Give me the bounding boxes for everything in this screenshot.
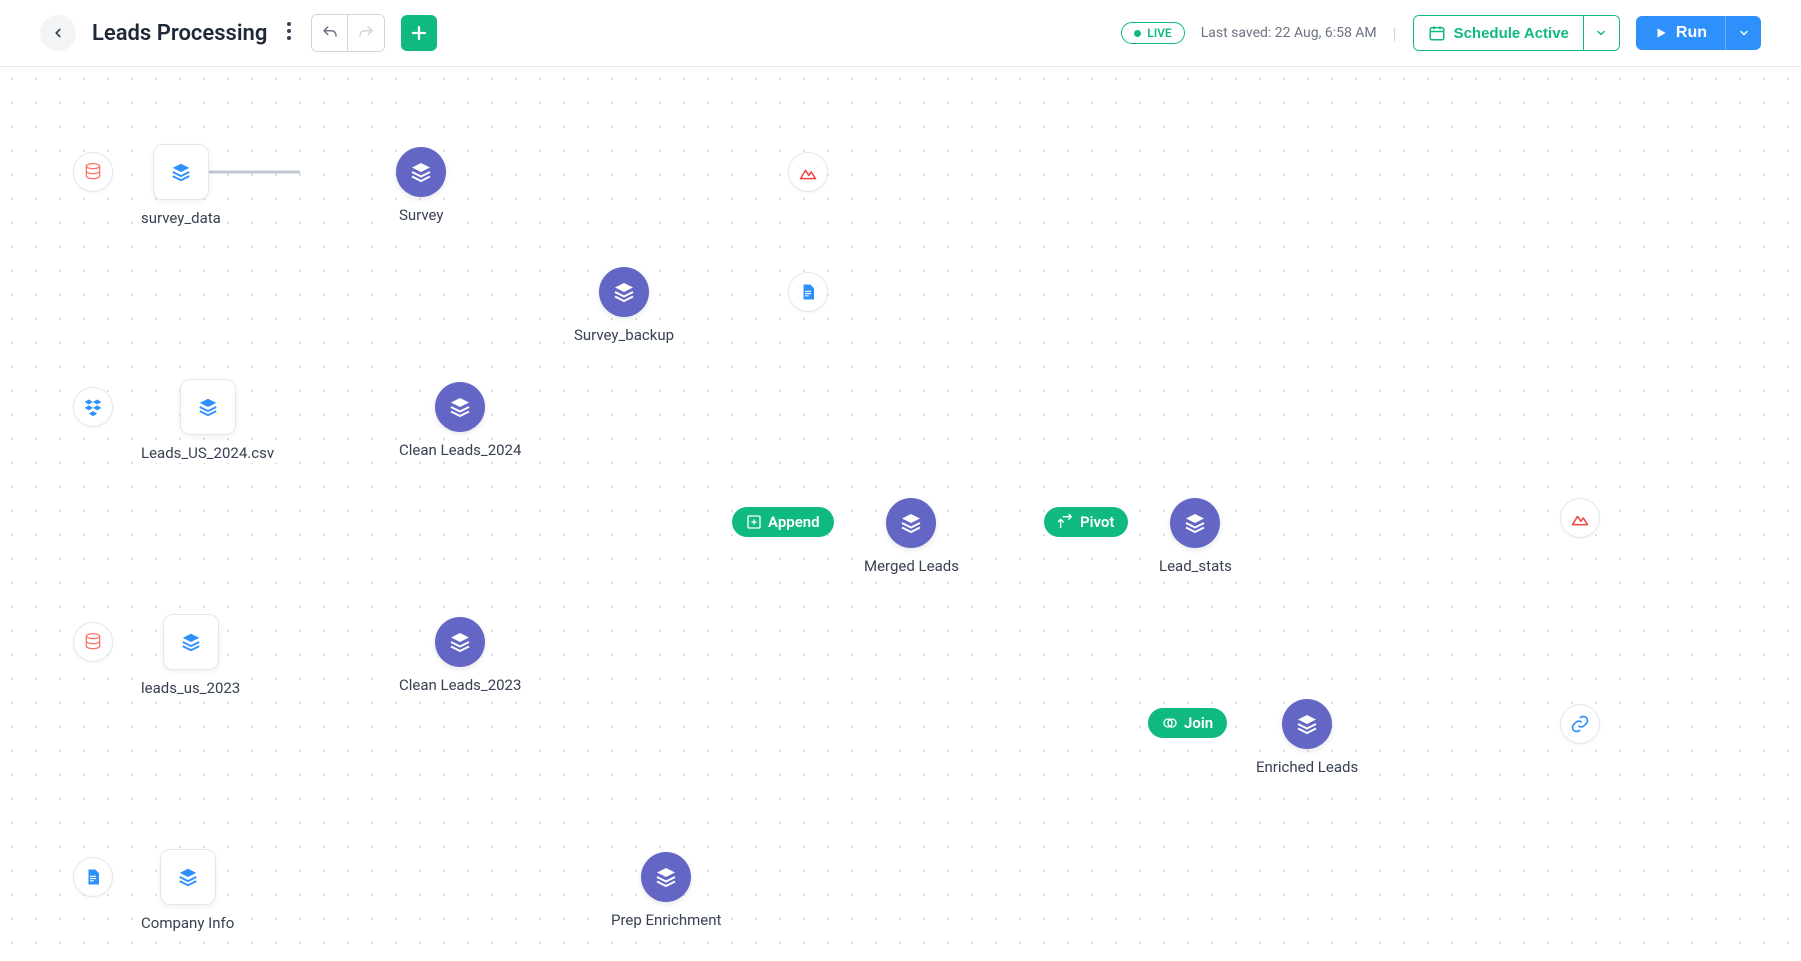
source-company-info-file[interactable] [73, 857, 113, 897]
transform-merged-leads[interactable]: Merged Leads [858, 498, 965, 576]
output-link[interactable] [1560, 704, 1600, 744]
layers-icon [448, 630, 472, 654]
more-menu-button[interactable] [283, 18, 295, 49]
layers-icon [409, 160, 433, 184]
transform-clean-leads-2023[interactable]: Clean Leads_2023 [393, 617, 527, 695]
op-join[interactable]: Join [1148, 708, 1227, 738]
chevron-left-icon [51, 26, 65, 40]
redo-icon [357, 24, 375, 42]
layers-icon [654, 865, 678, 889]
undo-button[interactable] [312, 15, 348, 51]
file-icon [84, 868, 102, 886]
layers-icon [612, 280, 636, 304]
database-icon [83, 632, 103, 652]
layers-icon [1295, 712, 1319, 736]
source-dropbox[interactable] [73, 387, 113, 427]
last-saved-text: Last saved: 22 Aug, 6:58 AM [1201, 25, 1377, 41]
live-dot-icon [1134, 30, 1141, 37]
dataset-survey-data[interactable]: survey_data [135, 144, 227, 228]
page-title: Leads Processing [92, 21, 267, 46]
transform-survey[interactable]: Survey [393, 147, 450, 225]
node-label: Survey_backup [568, 325, 680, 345]
transform-prep-enrichment[interactable]: Prep Enrichment [605, 852, 727, 930]
plus-icon [410, 24, 428, 42]
transform-clean-leads-2024[interactable]: Clean Leads_2024 [393, 382, 527, 460]
node-label: Survey [393, 205, 450, 225]
dropbox-icon [83, 397, 103, 417]
schedule-dropdown-button[interactable] [1583, 16, 1619, 50]
op-append[interactable]: Append [732, 507, 834, 537]
layers-icon [170, 161, 192, 183]
node-label: Company Info [135, 913, 240, 933]
layers-icon [1183, 511, 1207, 535]
header: Leads Processing LIVE Last saved: 22 Aug… [0, 0, 1801, 67]
undo-redo-group [311, 14, 385, 52]
run-button-group: Run [1636, 16, 1761, 50]
database-icon [83, 162, 103, 182]
op-pivot[interactable]: Pivot [1044, 507, 1128, 537]
calendar-icon [1428, 24, 1446, 42]
mountain-chart-icon [1570, 508, 1590, 528]
live-badge: LIVE [1121, 22, 1185, 44]
layers-icon [177, 866, 199, 888]
node-label: survey_data [135, 208, 227, 228]
node-label: Lead_stats [1153, 556, 1238, 576]
node-label: Clean Leads_2023 [393, 675, 527, 695]
mountain-chart-icon [798, 162, 818, 182]
transform-survey-backup[interactable]: Survey_backup [568, 267, 680, 345]
add-button[interactable] [401, 15, 437, 51]
back-button[interactable] [40, 15, 76, 51]
file-icon [799, 283, 817, 301]
workflow-canvas[interactable]: survey_data Survey Survey_backup Leads_U… [0, 67, 1801, 961]
append-icon [746, 514, 762, 530]
live-label: LIVE [1147, 26, 1172, 40]
node-label: Enriched Leads [1250, 757, 1364, 777]
op-label: Pivot [1080, 513, 1114, 531]
layers-icon [197, 396, 219, 418]
link-icon [1570, 714, 1590, 734]
header-left: Leads Processing [40, 14, 437, 52]
node-label: leads_us_2023 [135, 678, 246, 698]
output-file-1[interactable] [788, 272, 828, 312]
divider: | [1393, 24, 1397, 43]
node-label: Leads_US_2024.csv [135, 443, 280, 463]
output-chart-1[interactable] [788, 152, 828, 192]
dataset-company-info[interactable]: Company Info [135, 849, 240, 933]
source-survey-data-db[interactable] [73, 152, 113, 192]
op-label: Append [768, 513, 820, 531]
undo-icon [321, 24, 339, 42]
redo-button[interactable] [348, 15, 384, 51]
transform-lead-stats[interactable]: Lead_stats [1153, 498, 1238, 576]
chevron-down-icon [1738, 27, 1750, 39]
join-icon [1162, 715, 1178, 731]
dataset-leads-2023[interactable]: leads_us_2023 [135, 614, 246, 698]
source-leads-2023-db[interactable] [73, 622, 113, 662]
node-label: Prep Enrichment [605, 910, 727, 930]
node-label: Merged Leads [858, 556, 965, 576]
schedule-button[interactable]: Schedule Active [1414, 16, 1583, 50]
play-icon [1654, 26, 1668, 40]
kebab-icon [287, 22, 291, 40]
node-label: Clean Leads_2024 [393, 440, 527, 460]
header-right: LIVE Last saved: 22 Aug, 6:58 AM | Sched… [1121, 15, 1761, 51]
dataset-leads-2024[interactable]: Leads_US_2024.csv [135, 379, 280, 463]
run-label: Run [1676, 24, 1707, 42]
pivot-icon [1058, 514, 1074, 530]
run-button[interactable]: Run [1636, 16, 1725, 50]
run-dropdown-button[interactable] [1725, 16, 1761, 50]
layers-icon [448, 395, 472, 419]
output-chart-2[interactable] [1560, 498, 1600, 538]
transform-enriched-leads[interactable]: Enriched Leads [1250, 699, 1364, 777]
layers-icon [180, 631, 202, 653]
schedule-label: Schedule Active [1454, 25, 1569, 42]
schedule-button-group: Schedule Active [1413, 15, 1620, 51]
layers-icon [899, 511, 923, 535]
op-label: Join [1184, 714, 1213, 732]
chevron-down-icon [1595, 27, 1607, 39]
